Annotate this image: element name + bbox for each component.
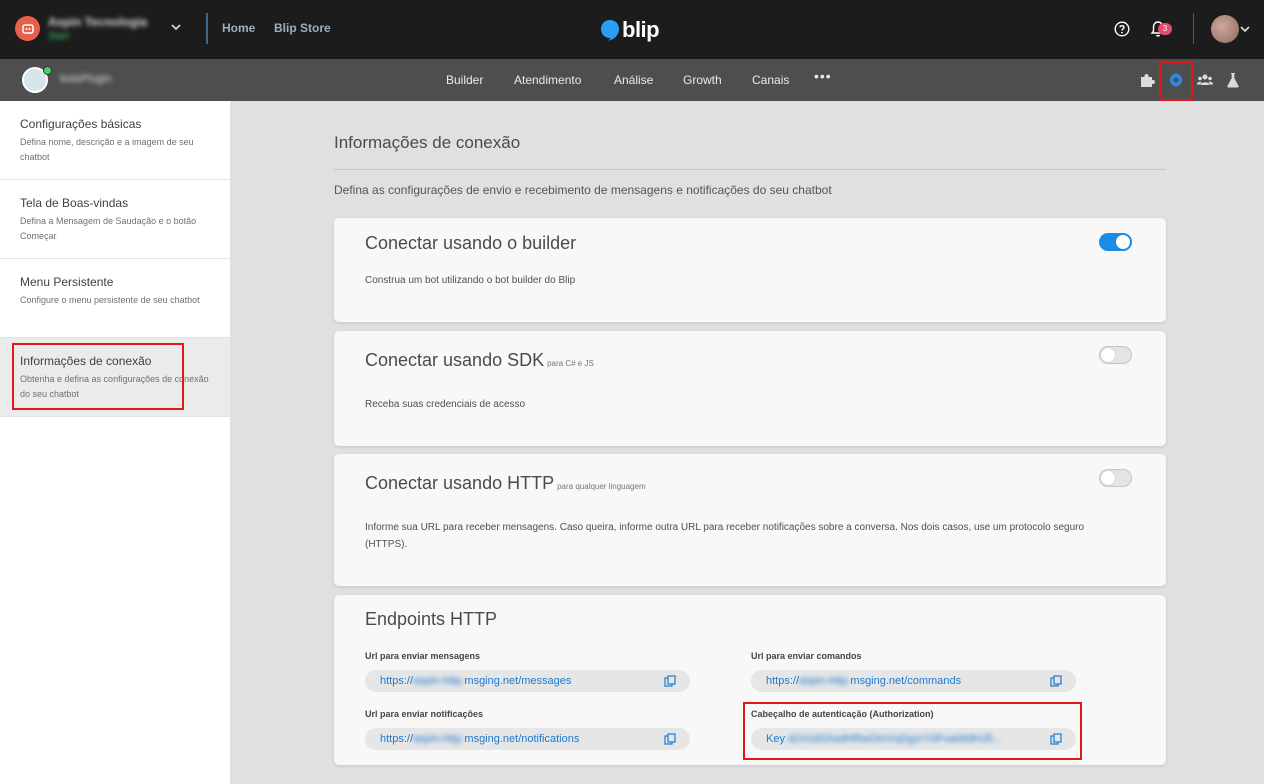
nav-blip-store[interactable]: Blip Store (274, 21, 331, 35)
copy-icon[interactable] (664, 675, 676, 687)
field-label: Url para enviar mensagens (365, 651, 481, 661)
notification-badge: 3 (1158, 23, 1172, 35)
sidebar-item-title: Configurações básicas (20, 117, 142, 131)
sidebar-item-configuracoes-basicas[interactable]: Configurações básicas Defina nome, descr… (0, 101, 230, 180)
http-toggle[interactable] (1099, 469, 1132, 487)
sidebar: Configurações básicas Defina nome, descr… (0, 101, 230, 784)
help-icon[interactable] (1114, 21, 1130, 37)
divider (1193, 13, 1194, 44)
users-icon[interactable] (1196, 71, 1214, 89)
card-text: Receba suas credenciais de acesso (365, 399, 526, 410)
card-connect-http: Conectar usando HTTP para qualquer lingua… (334, 454, 1166, 586)
sidebar-item-desc: Configure o menu persistente de seu chat… (20, 295, 200, 305)
flask-icon[interactable] (1224, 71, 1242, 89)
card-connect-builder: Conectar usando o builder Construa um bo… (334, 218, 1166, 322)
nav-atendimento[interactable]: Atendimento (514, 73, 581, 87)
field-label: Url para enviar notificações (365, 709, 484, 719)
sidebar-item-title: Menu Persistente (20, 275, 114, 289)
nav-analise[interactable]: Análise (614, 73, 653, 87)
sidebar-highlight-box (12, 343, 184, 410)
card-title-note: para qualquer linguagem (557, 482, 646, 491)
sub-bar: botsPlugin Builder Atendimento Análise G… (0, 59, 1264, 101)
copy-icon[interactable] (664, 733, 676, 745)
card-title: Conectar usando HTTP para qualquer lingua… (365, 473, 646, 493)
sidebar-item-menu-persistente[interactable]: Menu Persistente Configure o menu persis… (0, 259, 230, 338)
field-label: Url para enviar comandos (751, 651, 862, 661)
card-title: Conectar usando SDK para C# e JS (365, 350, 594, 370)
nav-canais[interactable]: Canais (752, 73, 789, 87)
settings-highlight-box (1159, 61, 1193, 101)
blip-logo[interactable]: blip (600, 16, 660, 44)
nav-home[interactable]: Home (222, 21, 255, 35)
toggle-knob (1101, 348, 1115, 362)
top-bar: Aspin Tecnologia Start Home Blip Store b… (0, 0, 1264, 59)
card-title: Endpoints HTTP (365, 609, 498, 629)
avatar[interactable] (1211, 15, 1239, 43)
org-logo-icon[interactable] (15, 16, 40, 41)
card-text: Construa um bot utilizando o bot builder… (365, 275, 576, 286)
page-subtitle: Defina as configurações de envio e receb… (334, 183, 832, 197)
online-status-dot (43, 66, 52, 75)
commands-url-field[interactable]: https://aspin-http.msging.net/commands (751, 670, 1076, 692)
copy-icon[interactable] (1050, 675, 1062, 687)
notifications-url-field[interactable]: https://aspin-http.msging.net/notificati… (365, 728, 690, 750)
more-menu-button[interactable]: ••• (814, 68, 832, 84)
chevron-down-icon[interactable] (169, 20, 183, 34)
page-title: Informações de conexão (334, 133, 521, 152)
chevron-down-icon[interactable] (1239, 22, 1251, 36)
toggle-knob (1116, 235, 1130, 249)
nav-builder[interactable]: Builder (446, 73, 483, 87)
card-connect-sdk: Conectar usando SDK para C# e JS Receba s… (334, 331, 1166, 446)
org-plan: Start (48, 31, 70, 42)
card-title-note: para C# e JS (547, 359, 594, 368)
puzzle-icon[interactable] (1138, 71, 1156, 89)
card-text: Informe sua URL para receber mensagens. … (365, 522, 1085, 550)
org-name[interactable]: Aspin Tecnologia (48, 15, 147, 29)
field-value: https://aspin-http.msging.net/commands (766, 675, 962, 687)
sidebar-item-tela-boas-vindas[interactable]: Tela de Boas-vindas Defina a Mensagem de… (0, 180, 230, 259)
sdk-toggle[interactable] (1099, 346, 1132, 364)
builder-toggle[interactable] (1099, 233, 1132, 251)
blip-bubble-icon (601, 20, 619, 41)
field-value: https://aspin-http.msging.net/messages (380, 675, 572, 687)
divider (334, 169, 1166, 170)
authorization-highlight-box (743, 702, 1082, 760)
field-value: https://aspin-http.msging.net/notificati… (380, 733, 580, 745)
brand-name: blip (622, 17, 660, 42)
sidebar-item-title: Tela de Boas-vindas (20, 196, 129, 210)
sidebar-item-desc: Defina a Mensagem de Saudação e o botão … (20, 216, 197, 241)
sidebar-item-desc: Defina nome, descrição e a imagem de seu… (20, 137, 194, 162)
messages-url-field[interactable]: https://aspin-http.msging.net/messages (365, 670, 690, 692)
bot-name[interactable]: botsPlugin (60, 73, 111, 85)
card-title: Conectar usando o builder (365, 233, 577, 253)
toggle-knob (1101, 471, 1115, 485)
nav-growth[interactable]: Growth (683, 73, 722, 87)
divider (206, 13, 208, 44)
